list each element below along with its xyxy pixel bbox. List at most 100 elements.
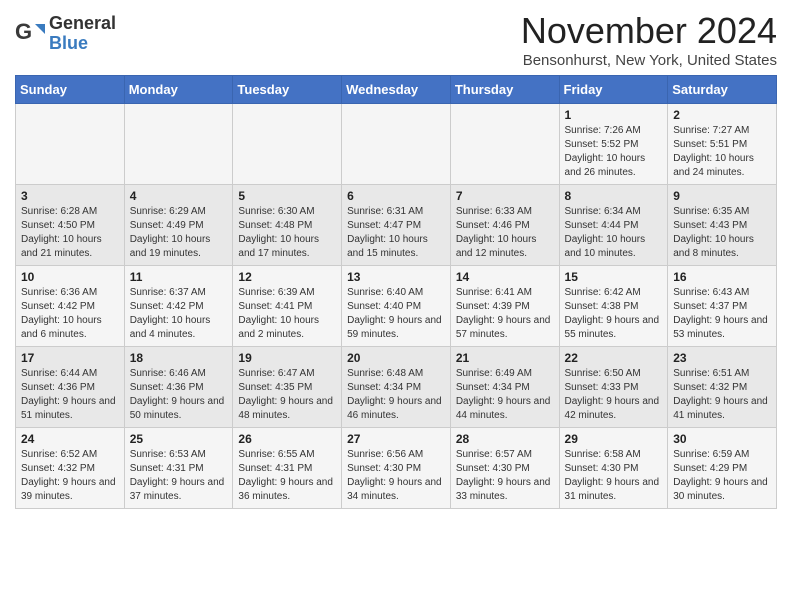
calendar-cell [16, 104, 125, 185]
calendar-cell: 23 Sunrise: 6:51 AM Sunset: 4:32 PM Dayli… [668, 347, 777, 428]
calendar-cell: 10 Sunrise: 6:36 AM Sunset: 4:42 PM Dayli… [16, 266, 125, 347]
calendar-cell: 4Sunrise: 6:29 AM Sunset: 4:49 PM Daylig… [124, 185, 233, 266]
day-info: Sunrise: 6:55 AM Sunset: 4:31 PM Dayligh… [238, 448, 336, 504]
day-number: 26 [238, 432, 336, 446]
day-number: 2 [673, 108, 771, 122]
day-header-tuesday: Tuesday [233, 76, 342, 104]
day-header-friday: Friday [559, 76, 668, 104]
week-row-5: 24 Sunrise: 6:52 AM Sunset: 4:32 PM Dayli… [16, 428, 777, 509]
svg-text:G: G [15, 19, 32, 44]
day-info: Sunrise: 6:49 AM Sunset: 4:34 PM Dayligh… [456, 367, 554, 423]
calendar-cell: 21 Sunrise: 6:49 AM Sunset: 4:34 PM Dayli… [450, 347, 559, 428]
calendar-cell: 7Sunrise: 6:33 AM Sunset: 4:46 PM Daylig… [450, 185, 559, 266]
calendar-cell: 15 Sunrise: 6:42 AM Sunset: 4:38 PM Dayli… [559, 266, 668, 347]
calendar-cell: 9Sunrise: 6:35 AM Sunset: 4:43 PM Daylig… [668, 185, 777, 266]
day-header-wednesday: Wednesday [342, 76, 451, 104]
day-number: 17 [21, 351, 119, 365]
calendar-cell: 1Sunrise: 7:26 AM Sunset: 5:52 PM Daylig… [559, 104, 668, 185]
day-number: 23 [673, 351, 771, 365]
day-number: 28 [456, 432, 554, 446]
logo-general-text: General [49, 14, 116, 34]
day-number: 10 [21, 270, 119, 284]
day-number: 11 [130, 270, 228, 284]
day-number: 20 [347, 351, 445, 365]
day-info: Sunrise: 6:33 AM Sunset: 4:46 PM Dayligh… [456, 205, 554, 261]
day-number: 15 [565, 270, 663, 284]
day-header-thursday: Thursday [450, 76, 559, 104]
day-number: 22 [565, 351, 663, 365]
day-info: Sunrise: 6:46 AM Sunset: 4:36 PM Dayligh… [130, 367, 228, 423]
day-info: Sunrise: 6:34 AM Sunset: 4:44 PM Dayligh… [565, 205, 663, 261]
day-info: Sunrise: 6:44 AM Sunset: 4:36 PM Dayligh… [21, 367, 119, 423]
day-info: Sunrise: 6:59 AM Sunset: 4:29 PM Dayligh… [673, 448, 771, 504]
calendar-cell: 24 Sunrise: 6:52 AM Sunset: 4:32 PM Dayli… [16, 428, 125, 509]
day-info: Sunrise: 6:40 AM Sunset: 4:40 PM Dayligh… [347, 286, 445, 342]
calendar-cell: 25 Sunrise: 6:53 AM Sunset: 4:31 PM Dayli… [124, 428, 233, 509]
day-number: 6 [347, 189, 445, 203]
calendar-cell: 12Sunrise: 6:39 AM Sunset: 4:41 PM Dayli… [233, 266, 342, 347]
calendar-table: SundayMondayTuesdayWednesdayThursdayFrid… [15, 75, 777, 509]
calendar-cell [233, 104, 342, 185]
calendar-cell [124, 104, 233, 185]
day-info: Sunrise: 6:52 AM Sunset: 4:32 PM Dayligh… [21, 448, 119, 504]
calendar-cell [342, 104, 451, 185]
day-info: Sunrise: 6:53 AM Sunset: 4:31 PM Dayligh… [130, 448, 228, 504]
calendar-cell: 29Sunrise: 6:58 AM Sunset: 4:30 PM Dayli… [559, 428, 668, 509]
day-number: 9 [673, 189, 771, 203]
logo-blue-text: Blue [49, 34, 116, 54]
day-info: Sunrise: 6:30 AM Sunset: 4:48 PM Dayligh… [238, 205, 336, 261]
header: G General Blue November 2024 Bensonhurst… [15, 10, 777, 69]
week-row-2: 3 Sunrise: 6:28 AM Sunset: 4:50 PM Daylig… [16, 185, 777, 266]
day-number: 5 [238, 189, 336, 203]
calendar-cell: 17 Sunrise: 6:44 AM Sunset: 4:36 PM Dayli… [16, 347, 125, 428]
calendar-cell: 20 Sunrise: 6:48 AM Sunset: 4:34 PM Dayli… [342, 347, 451, 428]
day-info: Sunrise: 6:51 AM Sunset: 4:32 PM Dayligh… [673, 367, 771, 423]
day-number: 3 [21, 189, 119, 203]
day-number: 19 [238, 351, 336, 365]
calendar-cell: 14Sunrise: 6:41 AM Sunset: 4:39 PM Dayli… [450, 266, 559, 347]
calendar-cell: 6 Sunrise: 6:31 AM Sunset: 4:47 PM Daylig… [342, 185, 451, 266]
day-info: Sunrise: 6:36 AM Sunset: 4:42 PM Dayligh… [21, 286, 119, 342]
calendar-cell: 28 Sunrise: 6:57 AM Sunset: 4:30 PM Dayli… [450, 428, 559, 509]
day-info: Sunrise: 6:42 AM Sunset: 4:38 PM Dayligh… [565, 286, 663, 342]
day-info: Sunrise: 6:31 AM Sunset: 4:47 PM Dayligh… [347, 205, 445, 261]
day-info: Sunrise: 6:39 AM Sunset: 4:41 PM Dayligh… [238, 286, 336, 342]
day-number: 29 [565, 432, 663, 446]
day-number: 14 [456, 270, 554, 284]
day-number: 8 [565, 189, 663, 203]
calendar-cell: 22Sunrise: 6:50 AM Sunset: 4:33 PM Dayli… [559, 347, 668, 428]
day-number: 30 [673, 432, 771, 446]
day-header-sunday: Sunday [16, 76, 125, 104]
day-header-saturday: Saturday [668, 76, 777, 104]
header-row: SundayMondayTuesdayWednesdayThursdayFrid… [16, 76, 777, 104]
day-header-monday: Monday [124, 76, 233, 104]
calendar-cell: 11Sunrise: 6:37 AM Sunset: 4:42 PM Dayli… [124, 266, 233, 347]
day-info: Sunrise: 6:28 AM Sunset: 4:50 PM Dayligh… [21, 205, 119, 261]
day-number: 1 [565, 108, 663, 122]
day-info: Sunrise: 6:48 AM Sunset: 4:34 PM Dayligh… [347, 367, 445, 423]
calendar-cell: 27 Sunrise: 6:56 AM Sunset: 4:30 PM Dayli… [342, 428, 451, 509]
day-number: 16 [673, 270, 771, 284]
week-row-3: 10 Sunrise: 6:36 AM Sunset: 4:42 PM Dayli… [16, 266, 777, 347]
week-row-1: 1Sunrise: 7:26 AM Sunset: 5:52 PM Daylig… [16, 104, 777, 185]
calendar-cell: 26 Sunrise: 6:55 AM Sunset: 4:31 PM Dayli… [233, 428, 342, 509]
day-number: 24 [21, 432, 119, 446]
calendar-cell: 8 Sunrise: 6:34 AM Sunset: 4:44 PM Daylig… [559, 185, 668, 266]
location: Bensonhurst, New York, United States [521, 52, 777, 69]
calendar-cell [450, 104, 559, 185]
day-info: Sunrise: 6:57 AM Sunset: 4:30 PM Dayligh… [456, 448, 554, 504]
day-info: Sunrise: 6:56 AM Sunset: 4:30 PM Dayligh… [347, 448, 445, 504]
calendar-cell: 2 Sunrise: 7:27 AM Sunset: 5:51 PM Daylig… [668, 104, 777, 185]
day-info: Sunrise: 7:27 AM Sunset: 5:51 PM Dayligh… [673, 124, 771, 180]
day-number: 13 [347, 270, 445, 284]
calendar-cell: 18Sunrise: 6:46 AM Sunset: 4:36 PM Dayli… [124, 347, 233, 428]
calendar-cell: 5 Sunrise: 6:30 AM Sunset: 4:48 PM Daylig… [233, 185, 342, 266]
day-number: 25 [130, 432, 228, 446]
calendar-cell: 13 Sunrise: 6:40 AM Sunset: 4:40 PM Dayli… [342, 266, 451, 347]
day-info: Sunrise: 6:43 AM Sunset: 4:37 PM Dayligh… [673, 286, 771, 342]
calendar-cell: 16 Sunrise: 6:43 AM Sunset: 4:37 PM Dayli… [668, 266, 777, 347]
day-info: Sunrise: 6:29 AM Sunset: 4:49 PM Dayligh… [130, 205, 228, 261]
day-number: 21 [456, 351, 554, 365]
day-number: 27 [347, 432, 445, 446]
month-title: November 2024 [521, 10, 777, 52]
